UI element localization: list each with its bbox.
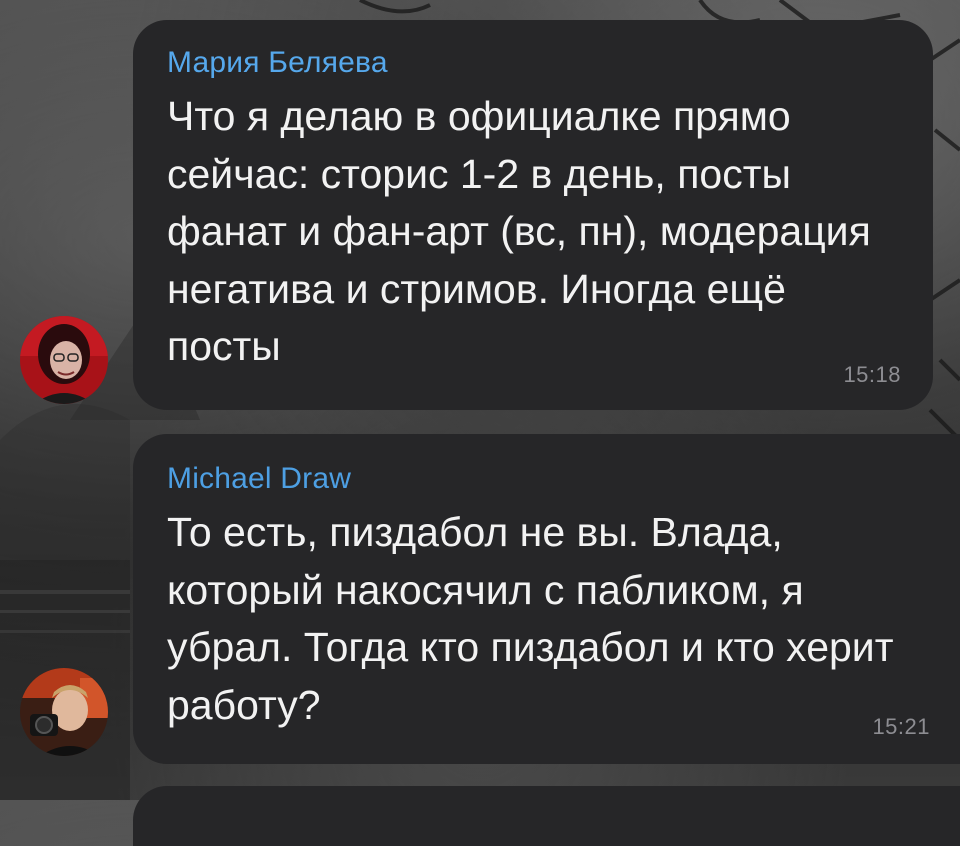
message-bubble[interactable]: Michael Draw То есть, пиздабол не вы. Вл… bbox=[133, 434, 960, 764]
avatar-michael-draw[interactable] bbox=[20, 668, 108, 756]
message-bubble[interactable]: Мария Беляева Что я делаю в официалке пр… bbox=[133, 20, 933, 410]
sender-name[interactable]: Мария Беляева bbox=[167, 46, 903, 80]
message-bubble-partial[interactable] bbox=[133, 786, 960, 846]
avatar-maria-belyaeva[interactable] bbox=[20, 316, 108, 404]
avatar-photo-icon bbox=[20, 668, 108, 756]
message-time: 15:21 bbox=[872, 714, 930, 739]
avatar-photo-icon bbox=[20, 316, 108, 404]
message-time: 15:18 bbox=[843, 362, 901, 387]
message-text: То есть, пиздабол не вы. Влада, который … bbox=[167, 509, 905, 728]
sender-name[interactable]: Michael Draw bbox=[167, 462, 930, 496]
message-text: Что я делаю в официалке прямо сейчас: ст… bbox=[167, 93, 883, 369]
